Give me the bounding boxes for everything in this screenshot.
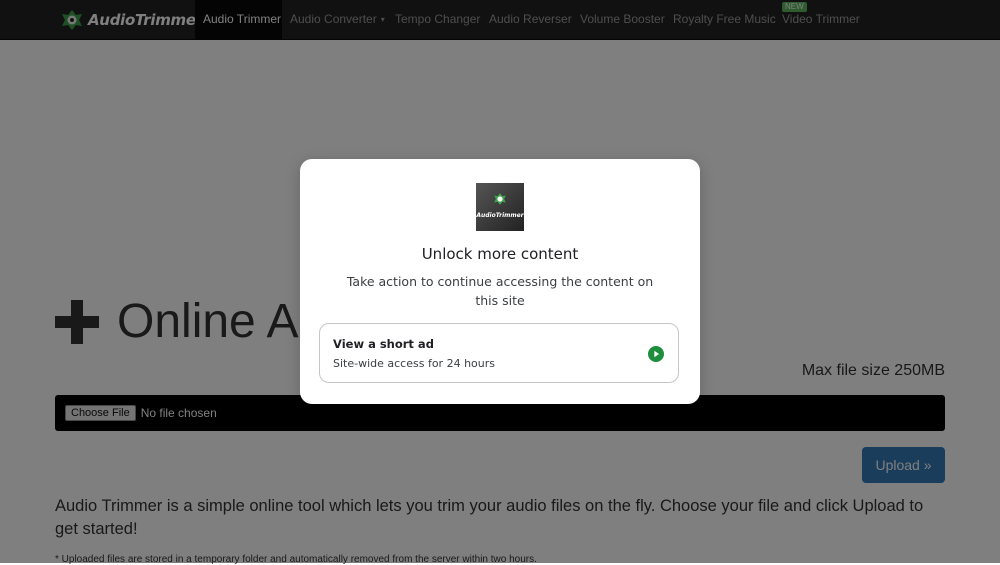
- dialog-title: Unlock more content: [421, 245, 579, 263]
- play-arrow-icon: [648, 346, 664, 362]
- unlock-content-dialog: AudioTrimmer Unlock more content Take ac…: [300, 159, 700, 404]
- site-logo-leaf-icon: [494, 193, 506, 205]
- view-short-ad-option[interactable]: View a short ad Site-wide access for 24 …: [319, 323, 679, 383]
- dialog-subtitle: Take action to continue accessing the co…: [346, 274, 654, 308]
- ad-option-title: View a short ad: [333, 337, 434, 351]
- ad-option-description: Site-wide access for 24 hours: [333, 357, 495, 370]
- site-logo-text: AudioTrimmer: [476, 212, 524, 219]
- site-logo: AudioTrimmer: [476, 183, 524, 231]
